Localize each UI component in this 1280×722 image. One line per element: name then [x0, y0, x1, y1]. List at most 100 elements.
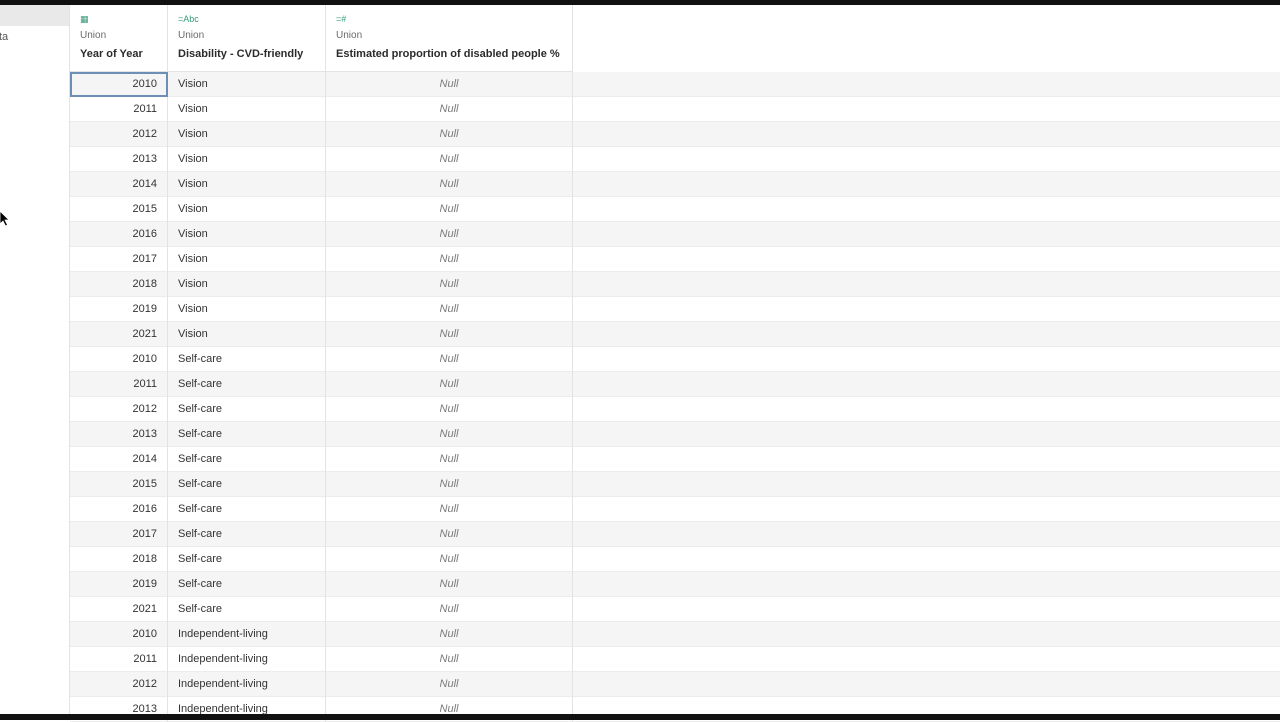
- column-header-year[interactable]: ▦ Union Year of Year: [70, 5, 168, 71]
- column-header-disability[interactable]: =Abc Union Disability - CVD-friendly: [168, 5, 326, 71]
- cell-disability[interactable]: Vision: [168, 172, 326, 197]
- calendar-icon[interactable]: ▦: [80, 13, 89, 25]
- cell-disability[interactable]: Self-care: [168, 597, 326, 622]
- table-row[interactable]: 2015 Self-care Null: [70, 472, 1280, 497]
- cell-disability[interactable]: Vision: [168, 122, 326, 147]
- table-row[interactable]: 2016 Vision Null: [70, 222, 1280, 247]
- cell-disability[interactable]: Self-care: [168, 397, 326, 422]
- cell-disability[interactable]: Self-care: [168, 472, 326, 497]
- cell-year[interactable]: 2014: [70, 447, 168, 472]
- cell-disability[interactable]: Vision: [168, 147, 326, 172]
- cell-year[interactable]: 2016: [70, 497, 168, 522]
- string-type-icon[interactable]: =Abc: [178, 13, 199, 25]
- cell-estimated-proportion[interactable]: Null: [326, 622, 573, 647]
- cell-disability[interactable]: Self-care: [168, 497, 326, 522]
- cell-disability[interactable]: Self-care: [168, 347, 326, 372]
- cell-year[interactable]: 2010: [70, 622, 168, 647]
- cell-disability[interactable]: Vision: [168, 72, 326, 97]
- cell-disability[interactable]: Vision: [168, 272, 326, 297]
- cell-disability[interactable]: Self-care: [168, 572, 326, 597]
- cell-year[interactable]: 2011: [70, 97, 168, 122]
- cell-estimated-proportion[interactable]: Null: [326, 647, 573, 672]
- cell-disability[interactable]: Vision: [168, 222, 326, 247]
- cell-year[interactable]: 2012: [70, 122, 168, 147]
- cell-disability[interactable]: Self-care: [168, 372, 326, 397]
- cell-disability[interactable]: Self-care: [168, 422, 326, 447]
- cell-disability[interactable]: Vision: [168, 322, 326, 347]
- table-row[interactable]: 2014 Vision Null: [70, 172, 1280, 197]
- table-row[interactable]: 2013 Self-care Null: [70, 422, 1280, 447]
- cell-estimated-proportion[interactable]: Null: [326, 97, 573, 122]
- table-row[interactable]: 2017 Vision Null: [70, 247, 1280, 272]
- table-row[interactable]: 2010 Independent-living Null: [70, 622, 1280, 647]
- cell-estimated-proportion[interactable]: Null: [326, 222, 573, 247]
- cell-year[interactable]: 2019: [70, 297, 168, 322]
- cell-estimated-proportion[interactable]: Null: [326, 122, 573, 147]
- table-row[interactable]: 2011 Independent-living Null: [70, 647, 1280, 672]
- table-row[interactable]: 2015 Vision Null: [70, 197, 1280, 222]
- table-row[interactable]: 2012 Self-care Null: [70, 397, 1280, 422]
- cell-disability[interactable]: Self-care: [168, 522, 326, 547]
- cell-disability[interactable]: Independent-living: [168, 647, 326, 672]
- table-row[interactable]: 2018 Self-care Null: [70, 547, 1280, 572]
- cell-year[interactable]: 2018: [70, 547, 168, 572]
- cell-year[interactable]: 2011: [70, 647, 168, 672]
- cell-year[interactable]: 2021: [70, 322, 168, 347]
- cell-estimated-proportion[interactable]: Null: [326, 322, 573, 347]
- cell-estimated-proportion[interactable]: Null: [326, 372, 573, 397]
- cell-disability[interactable]: Independent-living: [168, 622, 326, 647]
- cell-estimated-proportion[interactable]: Null: [326, 297, 573, 322]
- cell-year[interactable]: 2017: [70, 522, 168, 547]
- table-row[interactable]: 2021 Self-care Null: [70, 597, 1280, 622]
- cell-estimated-proportion[interactable]: Null: [326, 472, 573, 497]
- number-type-icon[interactable]: =#: [336, 13, 346, 25]
- cell-estimated-proportion[interactable]: Null: [326, 347, 573, 372]
- cell-disability[interactable]: Vision: [168, 297, 326, 322]
- cell-disability[interactable]: Self-care: [168, 447, 326, 472]
- cell-estimated-proportion[interactable]: Null: [326, 172, 573, 197]
- table-row[interactable]: 2016 Self-care Null: [70, 497, 1280, 522]
- table-row[interactable]: 2019 Vision Null: [70, 297, 1280, 322]
- cell-estimated-proportion[interactable]: Null: [326, 447, 573, 472]
- table-row[interactable]: 2011 Self-care Null: [70, 372, 1280, 397]
- table-row[interactable]: 2013 Vision Null: [70, 147, 1280, 172]
- cell-year[interactable]: 2010: [70, 72, 168, 97]
- cell-estimated-proportion[interactable]: Null: [326, 422, 573, 447]
- cell-estimated-proportion[interactable]: Null: [326, 672, 573, 697]
- cell-estimated-proportion[interactable]: Null: [326, 597, 573, 622]
- cell-estimated-proportion[interactable]: Null: [326, 72, 573, 97]
- cell-estimated-proportion[interactable]: Null: [326, 497, 573, 522]
- cell-disability[interactable]: Vision: [168, 97, 326, 122]
- table-row[interactable]: 2011 Vision Null: [70, 97, 1280, 122]
- cell-estimated-proportion[interactable]: Null: [326, 272, 573, 297]
- cell-year[interactable]: 2015: [70, 472, 168, 497]
- cell-estimated-proportion[interactable]: Null: [326, 147, 573, 172]
- cell-year[interactable]: 2019: [70, 572, 168, 597]
- table-row[interactable]: 2021 Vision Null: [70, 322, 1280, 347]
- table-row[interactable]: 2018 Vision Null: [70, 272, 1280, 297]
- cell-estimated-proportion[interactable]: Null: [326, 247, 573, 272]
- cell-year[interactable]: 2017: [70, 247, 168, 272]
- cell-estimated-proportion[interactable]: Null: [326, 572, 573, 597]
- cell-year[interactable]: 2010: [70, 347, 168, 372]
- table-row[interactable]: 2010 Self-care Null: [70, 347, 1280, 372]
- cell-disability[interactable]: Independent-living: [168, 672, 326, 697]
- cell-estimated-proportion[interactable]: Null: [326, 397, 573, 422]
- cell-year[interactable]: 2013: [70, 422, 168, 447]
- table-row[interactable]: 2010 Vision Null: [70, 72, 1280, 97]
- cell-year[interactable]: 2013: [70, 147, 168, 172]
- cell-year[interactable]: 2011: [70, 372, 168, 397]
- cell-year[interactable]: 2018: [70, 272, 168, 297]
- table-row[interactable]: 2017 Self-care Null: [70, 522, 1280, 547]
- cell-estimated-proportion[interactable]: Null: [326, 197, 573, 222]
- cell-estimated-proportion[interactable]: Null: [326, 522, 573, 547]
- cell-estimated-proportion[interactable]: Null: [326, 547, 573, 572]
- table-row[interactable]: 2019 Self-care Null: [70, 572, 1280, 597]
- table-row[interactable]: 2014 Self-care Null: [70, 447, 1280, 472]
- cell-year[interactable]: 2014: [70, 172, 168, 197]
- cell-year[interactable]: 2012: [70, 397, 168, 422]
- cell-year[interactable]: 2012: [70, 672, 168, 697]
- cell-year[interactable]: 2016: [70, 222, 168, 247]
- table-row[interactable]: 2012 Independent-living Null: [70, 672, 1280, 697]
- cell-disability[interactable]: Self-care: [168, 547, 326, 572]
